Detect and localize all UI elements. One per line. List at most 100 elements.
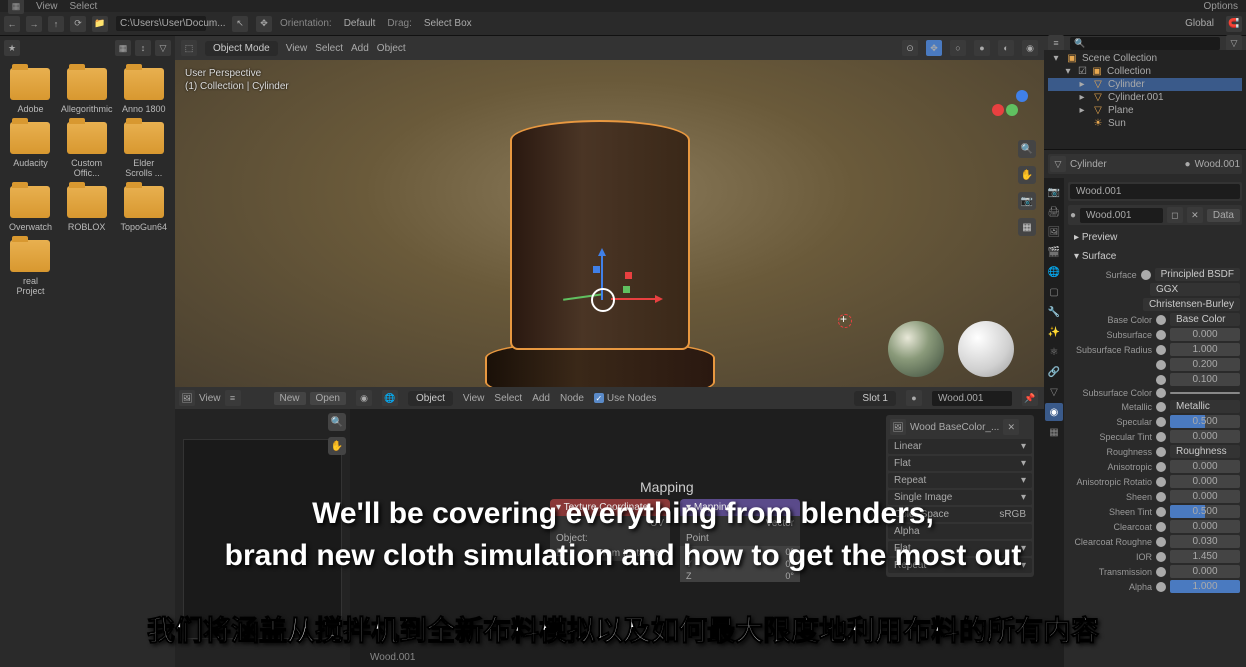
prop-value[interactable]: 1.000 xyxy=(1170,343,1240,356)
uv-menu-view[interactable]: View xyxy=(199,393,221,404)
sphere-icon[interactable]: ● xyxy=(906,390,922,406)
tree-item-cylinder001[interactable]: ▸▽Cylinder.001 xyxy=(1048,91,1242,104)
vp-menu-select[interactable]: Select xyxy=(315,43,343,54)
material-name-field[interactable]: Wood.001 xyxy=(932,391,1012,406)
camera-icon[interactable]: 📷 xyxy=(1018,192,1036,210)
socket-dot-icon[interactable] xyxy=(1156,330,1166,340)
menu-view[interactable]: View xyxy=(36,1,58,12)
cursor-tool-icon[interactable]: ↖ xyxy=(232,16,248,32)
world-icon[interactable]: 🌐 xyxy=(382,390,398,406)
prop-value[interactable]: Roughness xyxy=(1170,445,1240,458)
socket-dot-icon[interactable] xyxy=(1156,417,1166,427)
uv-pan-icon[interactable]: ✋ xyxy=(328,437,346,455)
filter-icon[interactable]: ▽ xyxy=(1226,35,1242,51)
socket-dot-icon[interactable] xyxy=(1156,522,1166,532)
socket-dot-icon[interactable] xyxy=(1156,375,1166,385)
image-icon[interactable]: 🖼 xyxy=(890,419,906,435)
alpha-row[interactable]: Alpha xyxy=(888,524,1032,539)
node-param-x[interactable]: X0° xyxy=(680,546,800,558)
prop-value[interactable]: 0.030 xyxy=(1170,535,1240,548)
node-menu-view[interactable]: View xyxy=(463,393,485,404)
new-material-icon[interactable]: ◻ xyxy=(1167,207,1183,223)
prop-value[interactable]: Base Color xyxy=(1170,313,1240,326)
tab-constraints[interactable]: 🔗 xyxy=(1045,363,1063,381)
use-nodes-checkbox[interactable]: ✓Use Nodes xyxy=(594,393,656,404)
folder-item[interactable]: Overwatch xyxy=(8,186,53,232)
socket-dot-icon[interactable] xyxy=(1156,315,1166,325)
outliner-icon[interactable]: ≡ xyxy=(1048,35,1064,51)
prop-value[interactable]: 0.500 xyxy=(1170,505,1240,518)
node-editor-icon[interactable]: ◉ xyxy=(356,390,372,406)
tab-viewlayer[interactable]: 🖼 xyxy=(1045,223,1063,241)
back-icon[interactable]: ← xyxy=(4,16,20,32)
overlay-icon[interactable]: ⊙ xyxy=(902,40,918,56)
uv-zoom-icon[interactable]: 🔍 xyxy=(328,413,346,431)
outliner-search[interactable]: 🔍 xyxy=(1070,37,1220,50)
forward-icon[interactable]: → xyxy=(26,16,42,32)
folder-item[interactable]: ROBLOX xyxy=(61,186,113,232)
path-input[interactable]: C:\Users\User\Docum... xyxy=(116,16,206,31)
nav-x-icon[interactable] xyxy=(992,104,1004,116)
node-param-y[interactable]: Y0° xyxy=(680,558,800,570)
prop-value[interactable]: 0.100 xyxy=(1170,373,1240,386)
socket-dot-icon[interactable] xyxy=(1156,537,1166,547)
socket-dot-icon[interactable] xyxy=(1156,388,1166,398)
node-area[interactable]: Mapping ▾ Texture Coordinate UV Object: … xyxy=(350,409,1044,667)
tab-material[interactable]: ◉ xyxy=(1045,403,1063,421)
unlink-icon[interactable]: ✕ xyxy=(1187,207,1203,223)
move-tool-icon[interactable]: ✥ xyxy=(256,16,272,32)
new-folder-icon[interactable]: 📁 xyxy=(92,16,108,32)
tab-render[interactable]: 📷 xyxy=(1045,183,1063,201)
zoom-icon[interactable]: 🔍 xyxy=(1018,140,1036,158)
tab-modifiers[interactable]: 🔧 xyxy=(1045,303,1063,321)
uv-editor-icon[interactable]: 🖼 xyxy=(179,390,195,406)
uv-open-button[interactable]: Open xyxy=(310,392,346,405)
tree-item-sun[interactable]: ☀Sun xyxy=(1048,117,1242,130)
mapping-node[interactable]: ▾ Mapping Vector Point X0° Y0° Z0° xyxy=(680,499,800,582)
folder-item[interactable]: Anno 1800 xyxy=(120,68,167,114)
prop-value[interactable]: 0.000 xyxy=(1170,490,1240,503)
texture-coordinate-node[interactable]: ▾ Texture Coordinate UV Object: ☐ From I… xyxy=(550,499,670,561)
node-object-mode[interactable]: Object xyxy=(408,391,453,406)
prop-value[interactable]: 0.000 xyxy=(1170,475,1240,488)
tree-item-cylinder[interactable]: ▸▽Cylinder xyxy=(1048,78,1242,91)
interp-dropdown[interactable]: Linear▾ xyxy=(888,439,1032,454)
prop-value[interactable]: 0.000 xyxy=(1170,565,1240,578)
prop-value[interactable]: 0.000 xyxy=(1170,328,1240,341)
editor-type-icon[interactable]: ⬚ xyxy=(181,40,197,56)
gizmo-x-plane[interactable] xyxy=(625,272,632,279)
refresh-icon[interactable]: ⟳ xyxy=(70,16,86,32)
gizmo-ring[interactable] xyxy=(591,288,615,312)
prop-value[interactable]: 1.450 xyxy=(1170,550,1240,563)
vp-menu-view[interactable]: View xyxy=(286,43,308,54)
socket-dot-icon[interactable] xyxy=(1156,432,1166,442)
object-data-icon[interactable]: ▽ xyxy=(1050,156,1066,172)
filter-icon[interactable]: ▽ xyxy=(155,40,171,56)
node-output-uv[interactable]: UV xyxy=(550,516,670,531)
socket-dot-icon[interactable] xyxy=(1156,567,1166,577)
socket-dot-icon[interactable] xyxy=(1156,462,1166,472)
tab-texture[interactable]: ▦ xyxy=(1045,423,1063,441)
node-param-z[interactable]: Z0° xyxy=(680,570,800,582)
gizmo-toggle-icon[interactable]: ✥ xyxy=(926,40,942,56)
shading-wire-icon[interactable]: ○ xyxy=(950,40,966,56)
socket-dot-icon[interactable] xyxy=(1156,492,1166,502)
folder-item[interactable]: Custom Offic... xyxy=(61,122,113,178)
tab-mesh[interactable]: ▽ xyxy=(1045,383,1063,401)
surface-section[interactable]: ▾ Surface xyxy=(1068,248,1242,265)
prop-value[interactable]: 0.500 xyxy=(1170,415,1240,428)
transform-gizmo[interactable] xyxy=(583,260,643,320)
prop-value[interactable]: 0.000 xyxy=(1170,460,1240,473)
nav-y-icon[interactable] xyxy=(1006,104,1018,116)
sss-method-dropdown[interactable]: Christensen-Burley xyxy=(1143,298,1240,311)
prop-value[interactable]: 0.000 xyxy=(1170,430,1240,443)
tree-collection[interactable]: ▾☑▣Collection xyxy=(1048,65,1242,78)
tab-output[interactable]: 🖨 xyxy=(1045,203,1063,221)
material-name-field[interactable]: Wood.001 xyxy=(1080,208,1163,223)
surface-shader[interactable]: Principled BSDF xyxy=(1155,268,1240,281)
gizmo-x-axis[interactable] xyxy=(611,298,661,300)
tab-world[interactable]: 🌐 xyxy=(1045,263,1063,281)
shading-matprev-icon[interactable]: ◐ xyxy=(998,40,1014,56)
shading-rendered-icon[interactable]: ◉ xyxy=(1022,40,1038,56)
pin-icon[interactable]: 📌 xyxy=(1022,390,1038,406)
